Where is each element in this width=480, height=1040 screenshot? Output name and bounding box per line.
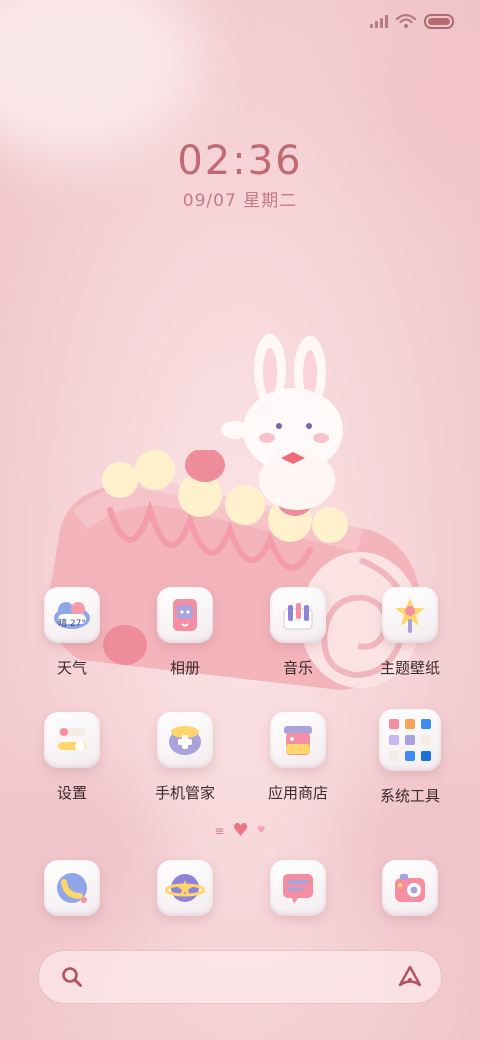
dock-app[interactable]: [362, 860, 458, 916]
app-store[interactable]: 应用商店: [250, 712, 346, 803]
assistant-icon[interactable]: [397, 964, 423, 990]
dock-app[interactable]: [24, 860, 120, 916]
home-screen: 02:36 09/07 星期二 晴 27° 天气 相册 音乐 主题壁纸 设置 手…: [0, 0, 480, 1040]
app-label: 系统工具: [379, 787, 440, 805]
weather-icon: 晴 27°: [44, 587, 100, 643]
signal-bars-icon: [370, 14, 388, 28]
heart-page-dot-active: ♥: [232, 820, 249, 841]
app-settings[interactable]: 设置: [24, 712, 120, 803]
app-label: 天气: [56, 659, 87, 677]
folder-system-tools[interactable]: 系统工具: [362, 709, 458, 806]
app-security[interactable]: 手机管家: [137, 712, 233, 803]
music-icon: [270, 587, 326, 643]
app-label: 主题壁纸: [379, 659, 440, 677]
search-bar[interactable]: [38, 950, 442, 1004]
camera-icon: [382, 860, 438, 916]
app-label: 手机管家: [154, 784, 215, 802]
app-label: 音乐: [282, 659, 313, 677]
search-icon[interactable]: [61, 966, 83, 988]
menu-lines-icon: ≡: [214, 823, 225, 838]
app-store-icon: [270, 712, 326, 768]
wifi-icon: [396, 13, 416, 28]
app-label: 相册: [169, 659, 200, 677]
browser-icon: [157, 860, 213, 916]
bunny-illustration: [221, 334, 343, 510]
app-themes[interactable]: 主题壁纸: [362, 587, 458, 678]
dock-app[interactable]: [250, 860, 346, 916]
weather-badge: 晴 27°: [58, 619, 86, 629]
battery-icon: [424, 13, 454, 29]
app-label: 设置: [56, 784, 87, 802]
messages-icon: [270, 860, 326, 916]
heart-page-dot: ♥: [256, 825, 266, 836]
app-music[interactable]: 音乐: [250, 587, 346, 678]
status-bar: [370, 10, 454, 32]
clock-date[interactable]: 09/07 星期二: [0, 186, 480, 211]
settings-icon: [44, 712, 100, 768]
security-icon: [157, 712, 213, 768]
page-indicator[interactable]: ≡ ♥ ♥: [0, 820, 480, 841]
dock-app[interactable]: [137, 860, 233, 916]
background-blob: [0, 0, 200, 160]
app-label: 应用商店: [267, 784, 328, 802]
gallery-icon: [157, 587, 213, 643]
clock-time[interactable]: 02:36: [0, 138, 480, 184]
phone-icon: [44, 860, 100, 916]
themes-icon: [382, 587, 438, 643]
system-tools-folder-icon: [379, 709, 441, 771]
app-gallery[interactable]: 相册: [137, 587, 233, 678]
app-weather[interactable]: 晴 27° 天气: [24, 587, 120, 678]
